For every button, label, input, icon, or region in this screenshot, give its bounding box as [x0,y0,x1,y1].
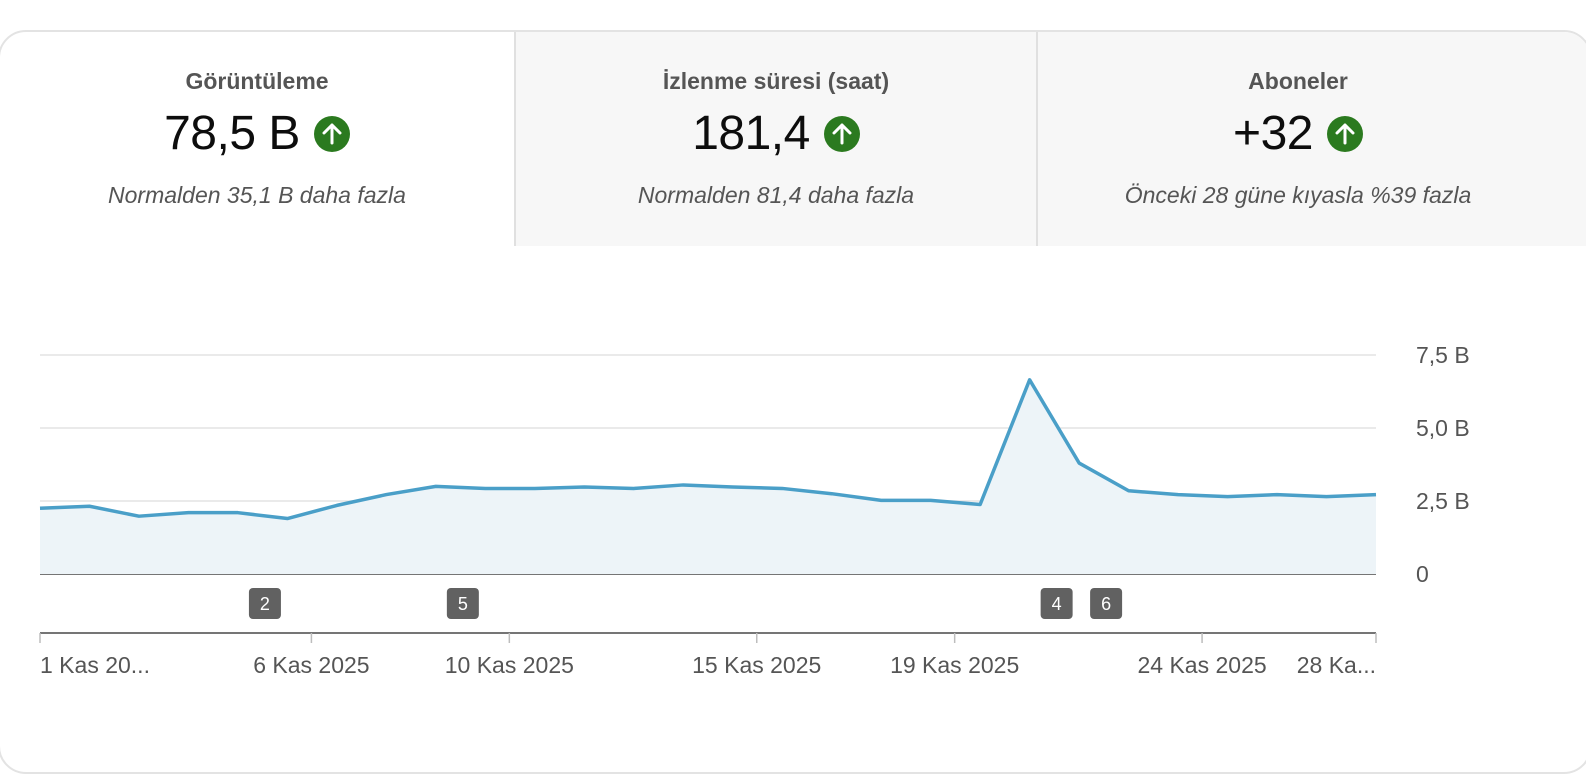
x-tick-label: 24 Kas 2025 [1137,652,1266,678]
y-tick-label: 7,5 B [1416,342,1470,368]
event-marker-label: 4 [1052,594,1062,614]
x-tick-label: 19 Kas 2025 [890,652,1019,678]
x-tick-label: 28 Ka... [1297,652,1376,678]
event-marker-label: 2 [260,594,270,614]
event-marker-label: 6 [1101,594,1111,614]
event-marker: 4 [1040,588,1073,619]
x-tick-label: 6 Kas 2025 [253,652,369,678]
event-marker: 2 [248,588,281,619]
x-tick-label: 15 Kas 2025 [692,652,821,678]
event-marker: 5 [446,588,479,619]
series-area [40,379,1376,574]
event-marker-label: 5 [458,594,468,614]
x-tick-label: 1 Kas 20... [40,652,150,678]
y-tick-label: 2,5 B [1416,488,1470,514]
event-marker: 6 [1090,588,1123,619]
y-tick-label: 5,0 B [1416,415,1470,441]
x-tick-label: 10 Kas 2025 [445,652,574,678]
views-chart: 0 2,5 B 5,0 B 7,5 B 2 5 4 6 1 Kas 20... 6 Kas 202… [39,342,1470,678]
y-tick-label: 0 [1416,561,1429,587]
